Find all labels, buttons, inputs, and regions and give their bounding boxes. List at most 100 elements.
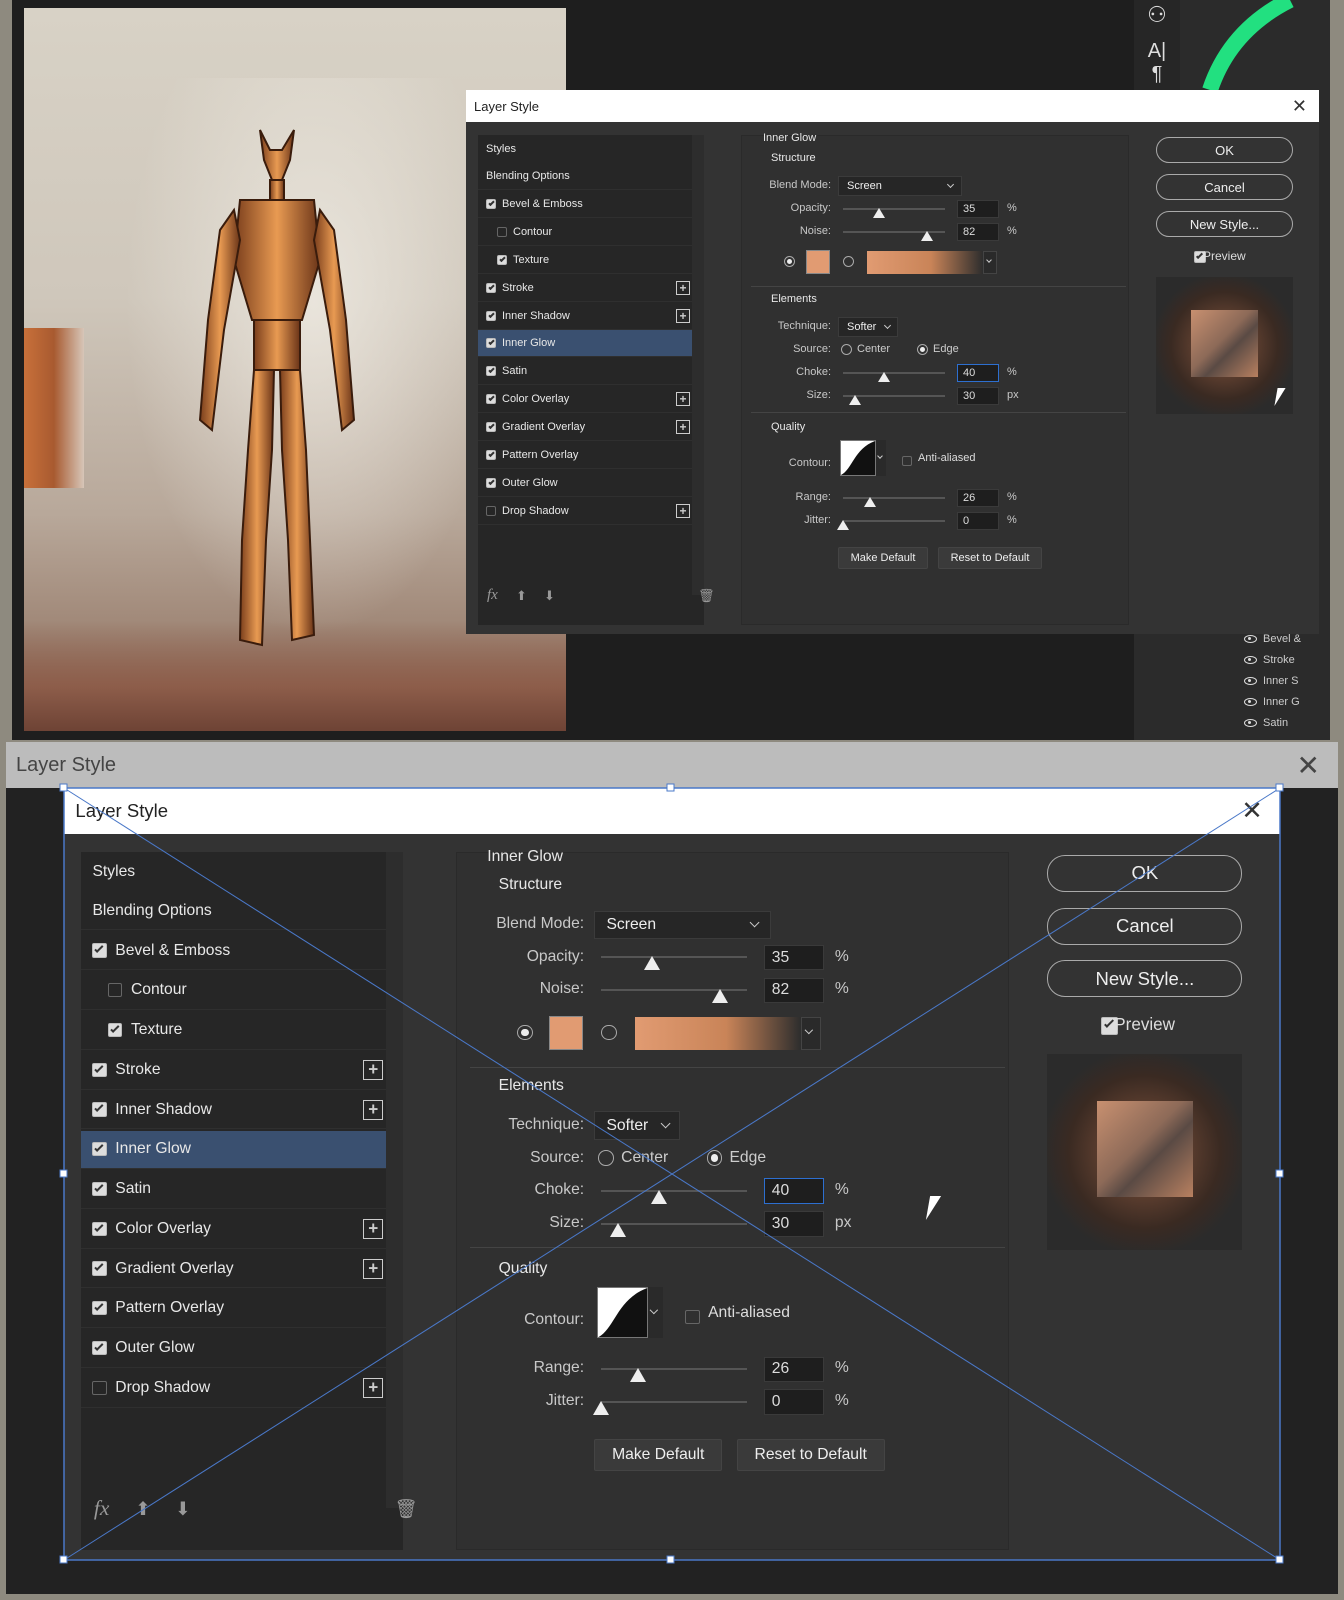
choke-slider-thumb[interactable] bbox=[877, 372, 890, 382]
new-style-button[interactable]: New Style... bbox=[1156, 211, 1293, 237]
glow-color-swatch[interactable] bbox=[548, 1016, 583, 1051]
sidebar-item-pattern-overlay[interactable]: Pattern Overlay bbox=[478, 442, 692, 469]
background-close-icon[interactable]: ✕ bbox=[1297, 749, 1320, 782]
size-input[interactable]: 30 bbox=[957, 387, 999, 405]
sidebar-item-outer-glow[interactable]: Outer Glow bbox=[81, 1329, 387, 1368]
add-effect-icon[interactable]: + bbox=[676, 308, 690, 323]
reset-default-button[interactable]: Reset to Default bbox=[736, 1439, 885, 1471]
checkbox-unchecked-icon[interactable] bbox=[497, 226, 507, 237]
technique-select[interactable]: Softer bbox=[594, 1111, 680, 1140]
add-effect-icon[interactable]: + bbox=[363, 1259, 384, 1279]
sidebar-item-drop-shadow[interactable]: Drop Shadow + bbox=[81, 1369, 387, 1408]
range-slider-thumb[interactable] bbox=[630, 1367, 647, 1382]
range-input[interactable]: 26 bbox=[763, 1356, 824, 1383]
opacity-slider-thumb[interactable] bbox=[643, 956, 660, 971]
technique-select[interactable]: Softer bbox=[838, 317, 898, 337]
noise-input[interactable]: 82 bbox=[957, 223, 999, 241]
gradient-dropdown[interactable] bbox=[800, 1017, 821, 1051]
checkbox-checked-icon[interactable] bbox=[486, 450, 496, 460]
sidebar-item-inner-glow[interactable]: Inner Glow bbox=[81, 1130, 387, 1170]
checkbox-checked-icon[interactable] bbox=[92, 1301, 107, 1316]
sidebar-item-satin[interactable]: Satin bbox=[81, 1170, 387, 1209]
color-radio[interactable] bbox=[784, 256, 795, 267]
anti-aliased-checkbox[interactable] bbox=[902, 456, 912, 466]
checkbox-checked-icon[interactable] bbox=[486, 282, 496, 293]
add-effect-icon[interactable]: + bbox=[676, 280, 690, 295]
noise-slider-thumb[interactable] bbox=[920, 231, 933, 241]
checkbox-checked-icon[interactable] bbox=[486, 198, 496, 209]
noise-input[interactable]: 82 bbox=[763, 977, 824, 1004]
paragraph-icon[interactable]: ¶ bbox=[1134, 63, 1180, 86]
add-effect-icon[interactable]: + bbox=[676, 503, 690, 518]
checkbox-checked-icon[interactable] bbox=[497, 254, 507, 265]
contour-dropdown[interactable] bbox=[648, 1286, 663, 1339]
choke-input[interactable]: 40 bbox=[957, 364, 999, 382]
sidebar-item-color-overlay[interactable]: Color Overlay + bbox=[81, 1210, 387, 1249]
anti-aliased-checkbox[interactable] bbox=[685, 1309, 700, 1324]
checkbox-checked-icon[interactable] bbox=[486, 310, 496, 321]
sidebar-item-texture[interactable]: Texture bbox=[81, 1011, 387, 1050]
preview-label[interactable]: Preview bbox=[1203, 249, 1246, 263]
source-center-label[interactable]: Center bbox=[857, 343, 890, 355]
choke-input[interactable]: 40 bbox=[763, 1178, 824, 1205]
move-down-icon[interactable]: ⬇ bbox=[175, 1498, 191, 1520]
glow-color-swatch[interactable] bbox=[806, 250, 830, 274]
jitter-input[interactable]: 0 bbox=[957, 512, 999, 530]
range-slider-thumb[interactable] bbox=[863, 497, 876, 507]
add-effect-icon[interactable]: + bbox=[363, 1100, 384, 1120]
gradient-dropdown[interactable] bbox=[983, 251, 997, 274]
eye-icon[interactable] bbox=[1244, 697, 1257, 706]
sidebar-scrollbar[interactable] bbox=[386, 852, 404, 1508]
preview-label[interactable]: Preview bbox=[1114, 1015, 1175, 1035]
opacity-slider[interactable] bbox=[843, 208, 945, 210]
checkbox-checked-icon[interactable] bbox=[92, 1181, 107, 1197]
fx-icon[interactable]: fx bbox=[487, 587, 498, 604]
checkbox-checked-icon[interactable] bbox=[92, 1261, 107, 1276]
fx-icon[interactable]: fx bbox=[94, 1496, 109, 1521]
choke-slider[interactable] bbox=[843, 372, 945, 374]
checkbox-unchecked-icon[interactable] bbox=[486, 505, 496, 516]
opacity-input[interactable]: 35 bbox=[957, 200, 999, 218]
checkbox-checked-icon[interactable] bbox=[486, 422, 496, 433]
jitter-slider[interactable] bbox=[601, 1400, 747, 1403]
sidebar-item-drop-shadow[interactable]: Drop Shadow + bbox=[478, 498, 692, 525]
add-effect-icon[interactable]: + bbox=[363, 1378, 384, 1398]
sidebar-item-bevel-emboss[interactable]: Bevel & Emboss bbox=[81, 932, 387, 971]
sidebar-item-outer-glow[interactable]: Outer Glow bbox=[478, 470, 692, 497]
source-center-label[interactable]: Center bbox=[621, 1149, 668, 1167]
stamp-icon[interactable]: ⚇ bbox=[1134, 2, 1180, 28]
sidebar-scrollbar[interactable] bbox=[692, 135, 704, 595]
checkbox-checked-icon[interactable] bbox=[92, 943, 107, 958]
move-down-icon[interactable]: ⬇ bbox=[544, 588, 555, 604]
trash-icon[interactable]: 🗑 bbox=[698, 588, 715, 604]
size-slider-thumb[interactable] bbox=[849, 395, 862, 405]
checkbox-checked-icon[interactable] bbox=[486, 338, 496, 349]
sidebar-item-stroke[interactable]: Stroke + bbox=[81, 1051, 387, 1090]
checkbox-checked-icon[interactable] bbox=[92, 1142, 107, 1157]
gradient-radio[interactable] bbox=[843, 256, 854, 267]
add-effect-icon[interactable]: + bbox=[676, 392, 690, 407]
layer-effect-item[interactable]: Satin bbox=[1244, 712, 1330, 733]
move-up-icon[interactable]: ⬆ bbox=[135, 1498, 151, 1520]
sidebar-item-blending-options[interactable]: Blending Options bbox=[81, 892, 387, 931]
add-effect-icon[interactable]: + bbox=[363, 1060, 384, 1080]
sidebar-item-texture[interactable]: Texture bbox=[478, 247, 692, 274]
ok-button[interactable]: OK bbox=[1047, 854, 1243, 893]
jitter-slider[interactable] bbox=[843, 520, 945, 522]
jitter-slider-thumb[interactable] bbox=[837, 520, 849, 530]
add-effect-icon[interactable]: + bbox=[676, 420, 690, 435]
range-slider[interactable] bbox=[843, 497, 945, 499]
sidebar-item-blending-options[interactable]: Blending Options bbox=[478, 163, 692, 190]
jitter-input[interactable]: 0 bbox=[763, 1389, 824, 1415]
checkbox-checked-icon[interactable] bbox=[108, 1022, 123, 1038]
size-input[interactable]: 30 bbox=[763, 1211, 824, 1237]
blend-mode-select[interactable]: Screen bbox=[838, 176, 962, 196]
layer-effect-item[interactable]: Stroke bbox=[1244, 649, 1330, 670]
styles-header[interactable]: Styles bbox=[81, 852, 403, 892]
anti-aliased-label[interactable]: Anti-aliased bbox=[708, 1304, 790, 1322]
sidebar-item-contour[interactable]: Contour bbox=[478, 219, 692, 246]
reset-default-button[interactable]: Reset to Default bbox=[938, 547, 1042, 569]
opacity-input[interactable]: 35 bbox=[763, 944, 824, 971]
sidebar-item-inner-shadow[interactable]: Inner Shadow + bbox=[478, 303, 692, 330]
cancel-button[interactable]: Cancel bbox=[1047, 907, 1243, 945]
